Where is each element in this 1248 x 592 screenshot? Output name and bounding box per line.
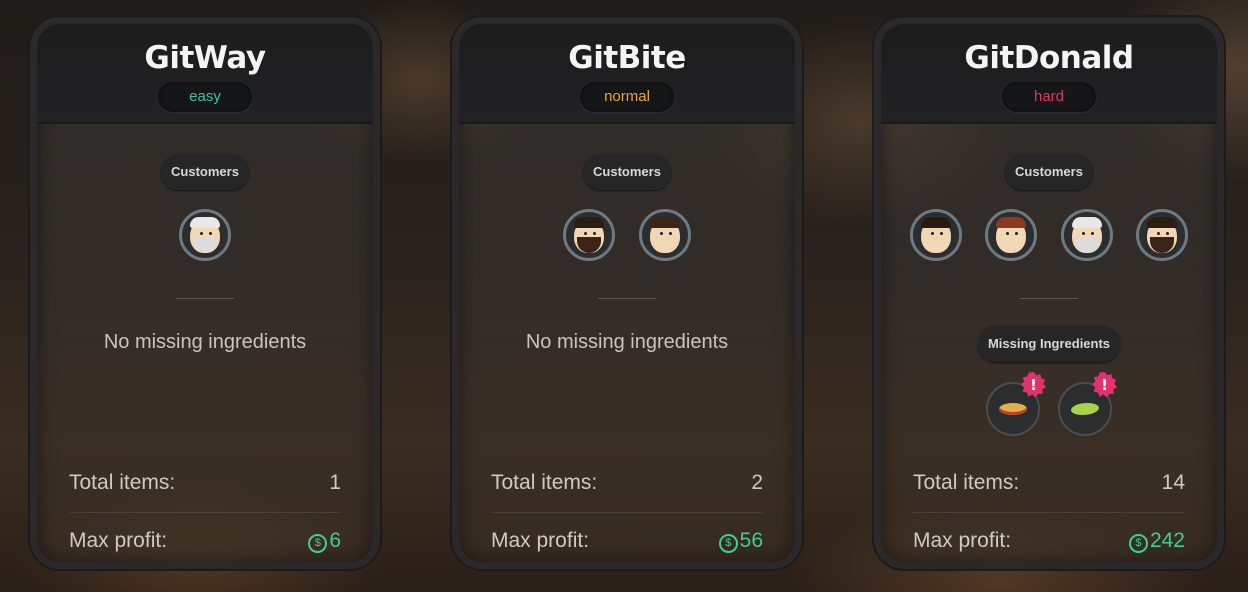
card-header: GitDonald hard — [881, 24, 1217, 124]
restaurant-name: GitWay — [144, 40, 266, 76]
total-items-label: Total items: — [69, 471, 176, 494]
total-items-value: 2 — [751, 471, 763, 494]
row-separator — [491, 512, 763, 513]
restaurant-name: GitBite — [568, 40, 686, 76]
total-items-row: Total items: 2 — [491, 471, 763, 501]
total-items-row: Total items: 1 — [69, 471, 341, 501]
total-items-label: Total items: — [491, 471, 598, 494]
old-man-avatar — [1060, 209, 1113, 261]
customer-avatars — [37, 209, 373, 261]
customers-label: Customers — [161, 154, 249, 190]
divider — [598, 298, 656, 299]
card-header: GitBite normal — [459, 24, 795, 124]
no-missing-ingredients-text: No missing ingredients — [525, 331, 729, 353]
restaurant-card-gitdonald[interactable]: GitDonald hard Customers Missing Ingredi… — [874, 17, 1224, 569]
alert-badge: ! — [1092, 372, 1118, 398]
total-items-value: 1 — [329, 471, 341, 494]
max-profit-value: $56 — [718, 529, 763, 553]
difficulty-badge: easy — [158, 82, 252, 112]
max-profit-row: Max profit: $56 — [491, 529, 763, 559]
customers-label: Customers — [1005, 154, 1093, 190]
max-profit-row: Max profit: $6 — [69, 529, 341, 559]
customer-avatars — [881, 209, 1217, 261]
missing-ingredients-list: ! ! — [881, 372, 1217, 438]
bearded-man-avatar — [563, 209, 616, 261]
pasta-icon[interactable]: ! — [986, 372, 1046, 436]
divider — [176, 298, 234, 299]
max-profit-label: Max profit: — [69, 529, 168, 552]
card-header: GitWay easy — [37, 24, 373, 124]
dollar-coin-icon: $ — [718, 534, 738, 553]
difficulty-badge: normal — [580, 82, 674, 112]
customer-avatars — [459, 209, 795, 261]
dollar-coin-icon: $ — [308, 534, 328, 553]
max-profit-value: $6 — [308, 529, 341, 553]
customers-label: Customers — [583, 154, 671, 190]
missing-ingredients-label: Missing Ingredients — [977, 326, 1121, 362]
divider — [1020, 298, 1078, 299]
bearded-man-avatar — [1135, 209, 1188, 261]
leaf-icon[interactable]: ! — [1057, 372, 1118, 436]
old-man-avatar — [179, 209, 231, 261]
no-missing-ingredients-text: No missing ingredients — [103, 331, 307, 353]
max-profit-value: $242 — [1128, 529, 1185, 553]
total-items-value: 14 — [1161, 471, 1185, 494]
max-profit-label: Max profit: — [913, 529, 1012, 552]
restaurant-card-gitbite[interactable]: GitBite normal Customers No missing ingr… — [452, 17, 802, 569]
row-separator — [69, 512, 341, 513]
difficulty-badge: hard — [1002, 82, 1096, 112]
total-items-label: Total items: — [913, 471, 1020, 494]
woman-avatar — [985, 209, 1038, 261]
row-separator — [913, 512, 1185, 513]
total-items-row: Total items: 14 — [913, 471, 1185, 501]
alert-badge: ! — [1020, 372, 1046, 398]
dollar-coin-icon: $ — [1128, 534, 1148, 553]
max-profit-label: Max profit: — [491, 529, 590, 552]
max-profit-row: Max profit: $242 — [913, 529, 1185, 559]
restaurant-card-gitway[interactable]: GitWay easy Customers No missing ingredi… — [30, 17, 380, 569]
young-man-avatar — [638, 209, 691, 261]
restaurant-name: GitDonald — [964, 40, 1134, 76]
young-man-avatar — [910, 209, 963, 261]
